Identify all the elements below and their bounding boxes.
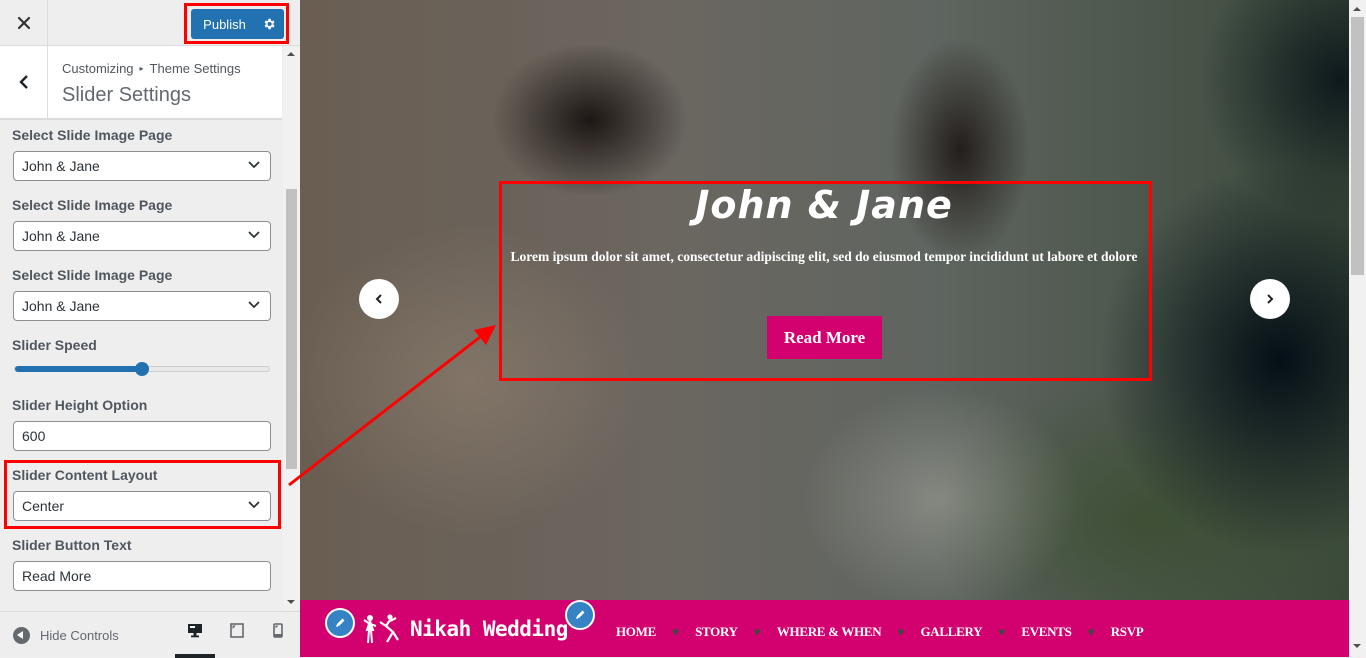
slide-title: John & Jane bbox=[695, 183, 953, 227]
slider-prev-button[interactable] bbox=[359, 279, 399, 319]
menu-item-home[interactable]: HOME bbox=[616, 624, 656, 640]
close-customizer-button[interactable] bbox=[0, 0, 48, 46]
slider-next-button[interactable] bbox=[1250, 279, 1290, 319]
pencil-icon bbox=[336, 618, 345, 627]
slider-height-input[interactable]: 600 bbox=[13, 421, 271, 451]
slide-page-3-select[interactable]: John & Jane bbox=[13, 291, 271, 321]
heart-icon: ♥ bbox=[897, 625, 905, 639]
slide-page-2-label: Select Slide Image Page bbox=[12, 197, 173, 213]
button-text-label: Slider Button Text bbox=[12, 537, 132, 553]
button-text-value: Read More bbox=[22, 568, 92, 584]
heart-icon: ♥ bbox=[671, 625, 680, 639]
gear-icon bbox=[264, 18, 275, 30]
back-button[interactable] bbox=[0, 46, 48, 118]
content-layout-label: Slider Content Layout bbox=[12, 467, 158, 483]
customizer-header: Publish bbox=[0, 0, 300, 46]
site-preview: John & Jane Lorem ipsum dolor sit amet, … bbox=[300, 0, 1349, 657]
preview-scrollbar[interactable] bbox=[1349, 0, 1366, 657]
preview-desktop-button[interactable] bbox=[180, 623, 210, 653]
customizer-sidebar: Publish Customizing ▸ Theme Settings Slide… bbox=[0, 0, 300, 658]
scroll-down-icon[interactable] bbox=[287, 600, 295, 604]
tablet-icon bbox=[230, 623, 244, 638]
slider-height-label: Slider Height Option bbox=[12, 397, 148, 413]
edit-menu-shortcut[interactable] bbox=[565, 600, 595, 630]
section-header: Customizing ▸ Theme Settings Slider Settin… bbox=[0, 46, 282, 120]
chevron-left-icon bbox=[375, 294, 382, 304]
breadcrumb-root: Customizing bbox=[62, 61, 134, 76]
controls-scrollbar[interactable] bbox=[283, 46, 300, 610]
slider-speed-range[interactable] bbox=[14, 362, 270, 376]
breadcrumb-separator-icon: ▸ bbox=[139, 64, 144, 73]
chevron-left-icon bbox=[18, 75, 28, 89]
content-layout-value: Center bbox=[22, 498, 65, 514]
slide-page-3-value: John & Jane bbox=[22, 298, 100, 314]
mobile-icon bbox=[273, 623, 283, 638]
preview-mobile-button[interactable] bbox=[263, 623, 293, 653]
heart-icon: ♥ bbox=[998, 625, 1006, 639]
chevron-down-icon bbox=[248, 301, 260, 309]
hero-slide-image bbox=[300, 0, 1349, 600]
hide-controls-label: Hide Controls bbox=[40, 628, 119, 643]
slide-page-1-select[interactable]: John & Jane bbox=[13, 151, 271, 181]
menu-item-gallery[interactable]: GALLERY bbox=[920, 624, 982, 640]
chevron-down-icon bbox=[248, 231, 260, 239]
slider-speed-fill bbox=[15, 366, 142, 372]
breadcrumb: Customizing ▸ Theme Settings bbox=[62, 61, 241, 76]
primary-menu: HOME ♥ STORY ♥ WHERE & WHEN ♥ GALLERY ♥ … bbox=[616, 624, 1144, 640]
scroll-down-icon[interactable] bbox=[1353, 644, 1361, 648]
breadcrumb-parent: Theme Settings bbox=[149, 61, 241, 76]
slide-page-1-value: John & Jane bbox=[22, 158, 100, 174]
controls-panel: Select Slide Image Page John & Jane Sele… bbox=[0, 122, 282, 610]
publish-settings-button[interactable] bbox=[254, 9, 284, 39]
pencil-icon bbox=[576, 610, 585, 619]
close-icon bbox=[17, 16, 30, 30]
slide-page-3-label: Select Slide Image Page bbox=[12, 267, 173, 283]
edit-logo-shortcut[interactable] bbox=[325, 608, 355, 638]
slide-text: Lorem ipsum dolor sit amet, consectetur … bbox=[510, 249, 1138, 264]
slide-read-more-button[interactable]: Read More bbox=[767, 316, 882, 359]
site-title: Nikah Wedding bbox=[410, 617, 568, 641]
chevron-down-icon bbox=[248, 501, 260, 509]
preview-scrollbar-thumb[interactable] bbox=[1351, 17, 1364, 275]
slide-page-2-value: John & Jane bbox=[22, 228, 100, 244]
slide-page-1-label: Select Slide Image Page bbox=[12, 127, 173, 143]
scroll-up-icon[interactable] bbox=[1353, 7, 1361, 11]
section-title: Slider Settings bbox=[62, 84, 191, 106]
slide-page-2-select[interactable]: John & Jane bbox=[13, 221, 271, 251]
chevron-right-icon bbox=[1267, 294, 1274, 304]
chevron-down-icon bbox=[248, 161, 260, 169]
desktop-icon bbox=[188, 624, 202, 638]
slider-speed-handle[interactable] bbox=[135, 362, 149, 376]
heart-icon: ♥ bbox=[753, 625, 761, 639]
collapse-arrow-icon bbox=[13, 627, 30, 644]
controls-scrollbar-thumb[interactable] bbox=[286, 189, 297, 469]
publish-button[interactable]: Publish bbox=[191, 9, 254, 39]
slider-height-value: 600 bbox=[22, 428, 46, 444]
button-text-input[interactable]: Read More bbox=[13, 561, 271, 591]
couple-logo-icon bbox=[363, 614, 399, 644]
heart-icon: ♥ bbox=[1087, 625, 1095, 639]
customizer-footer: Hide Controls bbox=[0, 611, 300, 658]
active-device-indicator bbox=[175, 654, 215, 658]
menu-item-where-when[interactable]: WHERE & WHEN bbox=[777, 624, 882, 640]
slider-speed-label: Slider Speed bbox=[12, 337, 97, 353]
scroll-up-icon[interactable] bbox=[287, 52, 295, 56]
site-logo[interactable]: Nikah Wedding bbox=[360, 612, 568, 646]
menu-item-events[interactable]: EVENTS bbox=[1021, 624, 1072, 640]
preview-tablet-button[interactable] bbox=[222, 623, 252, 653]
publish-button-group: Publish bbox=[191, 9, 284, 39]
content-layout-select[interactable]: Center bbox=[13, 491, 271, 521]
menu-item-story[interactable]: STORY bbox=[695, 624, 738, 640]
hide-controls-button[interactable]: Hide Controls bbox=[13, 627, 119, 644]
site-navigation-bar: Nikah Wedding HOME ♥ STORY ♥ WHERE & WHE… bbox=[300, 600, 1349, 657]
menu-item-rsvp[interactable]: RSVP bbox=[1111, 624, 1144, 640]
